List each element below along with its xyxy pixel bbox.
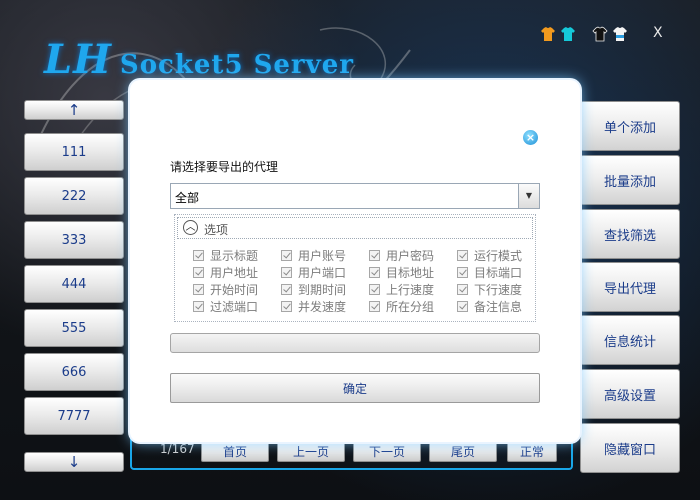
option-label: 用户端口 [298,265,347,280]
option-label: 目标地址 [386,265,435,280]
option-label: 过滤端口 [210,299,259,314]
option-user-address[interactable]: 用户地址 [193,265,259,280]
scroll-up-button[interactable]: ↑ [24,100,124,120]
first-page-button[interactable]: 首页 [201,440,269,462]
mode-button[interactable]: 正常 [507,440,557,462]
option-label: 用户密码 [386,248,435,263]
checkbox[interactable] [281,249,292,261]
option-run-mode[interactable]: 运行模式 [457,248,523,263]
page-info: 1/167 [160,442,195,456]
option-filter-port[interactable]: 过滤端口 [193,299,259,314]
option-group[interactable]: 所在分组 [369,299,435,314]
option-user-port[interactable]: 用户端口 [281,265,347,280]
app-logo: LH Socket5 Server [44,36,354,83]
export-progress-bar [170,333,540,353]
chevron-down-icon[interactable]: ▼ [518,184,539,208]
app-window: LH Socket5 Server X ↑ 111 222 333 444 555… [0,0,700,500]
option-label: 备注信息 [474,299,523,314]
group-button-111[interactable]: 111 [24,133,124,171]
collapse-icon[interactable]: ︿ [183,220,198,235]
option-expire-time[interactable]: 到期时间 [281,282,347,297]
next-page-button[interactable]: 下一页 [353,440,421,462]
single-add-button[interactable]: 单个添加 [580,101,680,151]
option-start-time[interactable]: 开始时间 [193,282,259,297]
confirm-button[interactable]: 确定 [170,373,540,403]
option-label: 用户账号 [298,248,347,263]
option-show-title[interactable]: 显示标题 [193,248,259,263]
shirt-cyan-icon[interactable] [560,26,576,42]
checkbox[interactable] [369,300,380,312]
export-prompt: 请选择要导出的代理 [170,160,279,174]
checkbox[interactable] [369,249,380,261]
option-label: 到期时间 [298,282,347,297]
option-target-port[interactable]: 目标端口 [457,265,523,280]
group-button-444[interactable]: 444 [24,265,124,303]
shirt-white-icon[interactable] [612,26,628,42]
batch-add-button[interactable]: 批量添加 [580,155,680,205]
scroll-down-button[interactable]: ↓ [24,452,124,472]
window-close-button[interactable]: X [653,25,663,41]
logo-main: LH [44,36,112,83]
options-title: 选项 [204,223,229,237]
options-group: ︿ 选项 显示标题 用户账号 用户密码 运行模式 用户地址 用户端口 目标地址 … [174,214,536,322]
search-filter-button[interactable]: 查找筛选 [580,209,680,259]
group-button-666[interactable]: 666 [24,353,124,391]
checkbox[interactable] [369,266,380,278]
checkbox[interactable] [193,300,204,312]
option-label: 显示标题 [210,248,259,263]
option-user-account[interactable]: 用户账号 [281,248,347,263]
checkbox[interactable] [457,249,468,261]
checkbox[interactable] [281,283,292,295]
option-upload-speed[interactable]: 上行速度 [369,282,435,297]
group-button-555[interactable]: 555 [24,309,124,347]
option-user-password[interactable]: 用户密码 [369,248,435,263]
group-button-7777[interactable]: 7777 [24,397,124,435]
option-label: 上行速度 [386,282,435,297]
checkbox[interactable] [457,300,468,312]
option-download-speed[interactable]: 下行速度 [457,282,523,297]
option-label: 开始时间 [210,282,259,297]
hide-window-button[interactable]: 隐藏窗口 [580,423,680,473]
option-label: 所在分组 [386,299,435,314]
logo-sub: Socket5 Server [119,50,354,80]
option-label: 用户地址 [210,265,259,280]
option-label: 下行速度 [474,282,523,297]
export-proxy-button[interactable]: 导出代理 [580,262,680,312]
option-label: 目标端口 [474,265,523,280]
option-concurrency-speed[interactable]: 并发速度 [281,299,347,314]
dialog-close-icon[interactable]: × [523,130,538,145]
option-label: 运行模式 [474,248,523,263]
proxy-select-value: 全部 [175,191,200,205]
checkbox[interactable] [457,283,468,295]
option-remarks[interactable]: 备注信息 [457,299,523,314]
checkbox[interactable] [193,266,204,278]
checkbox[interactable] [281,300,292,312]
group-button-333[interactable]: 333 [24,221,124,259]
checkbox[interactable] [193,249,204,261]
shirt-black-icon[interactable] [592,26,608,42]
advanced-settings-button[interactable]: 高级设置 [580,369,680,419]
group-button-222[interactable]: 222 [24,177,124,215]
last-page-button[interactable]: 尾页 [429,440,497,462]
prev-page-button[interactable]: 上一页 [277,440,345,462]
checkbox[interactable] [193,283,204,295]
checkbox[interactable] [281,266,292,278]
option-target-address[interactable]: 目标地址 [369,265,435,280]
statistics-button[interactable]: 信息统计 [580,315,680,365]
shirt-orange-icon[interactable] [540,26,556,42]
checkbox[interactable] [369,283,380,295]
options-header[interactable]: ︿ 选项 [177,217,533,239]
export-dialog: × 请选择要导出的代理 全部 ▼ ︿ 选项 显示标题 用户账号 用户密码 运行模… [130,80,580,442]
proxy-select[interactable]: 全部 ▼ [170,183,540,209]
checkbox[interactable] [457,266,468,278]
option-label: 并发速度 [298,299,347,314]
